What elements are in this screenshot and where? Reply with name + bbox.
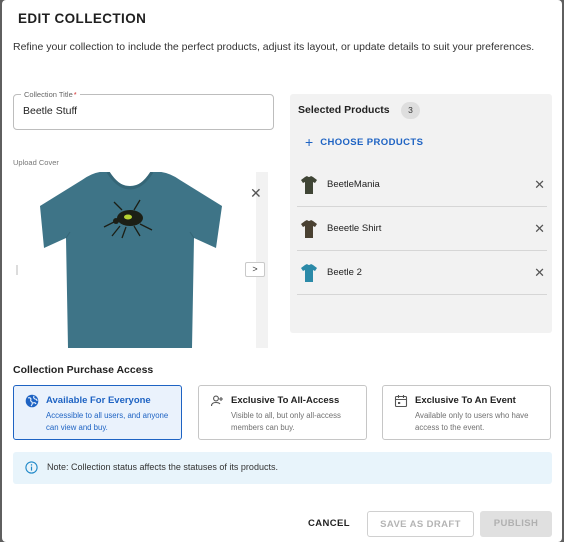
access-option-everyone[interactable]: Available For Everyone Accessible to all… [13, 385, 182, 440]
plus-icon: + [305, 134, 314, 150]
dialog-subtitle: Refine your collection to include the pe… [13, 41, 535, 53]
publish-button[interactable]: PUBLISH [480, 511, 552, 537]
required-mark: * [73, 90, 77, 99]
access-option-title: Exclusive To An Event [415, 395, 516, 406]
collection-title-input[interactable] [23, 105, 263, 117]
product-row-beetlemania: BeetleMania ✕ [297, 163, 547, 207]
globe-icon [25, 394, 39, 408]
access-option-desc: Visible to all, but only all-access memb… [231, 411, 341, 432]
tshirt-thumbnail-icon [301, 220, 317, 238]
collection-title-label: Collection Title* [21, 89, 80, 100]
tshirt-thumbnail-icon [301, 176, 317, 194]
remove-product-close-icon[interactable]: ✕ [534, 222, 545, 235]
choose-products-label: CHOOSE PRODUCTS [320, 136, 424, 148]
cover-image-area[interactable] [16, 172, 268, 348]
upload-cover-label: Upload Cover [13, 158, 59, 167]
save-as-draft-button[interactable]: SAVE AS DRAFT [367, 511, 474, 537]
cover-next-button[interactable]: > [245, 262, 265, 277]
selected-products-count-badge: 3 [401, 102, 420, 119]
person-add-icon [210, 395, 223, 407]
collection-title-field[interactable]: Collection Title* [13, 89, 274, 130]
access-option-all-access[interactable]: Exclusive To All-Access Visible to all, … [198, 385, 367, 440]
access-option-title: Available For Everyone [46, 395, 151, 406]
dialog-title: EDIT COLLECTION [18, 11, 147, 26]
tshirt-thumbnail-icon [301, 264, 317, 282]
choose-products-button[interactable]: + CHOOSE PRODUCTS [305, 134, 424, 150]
purchase-access-title: Collection Purchase Access [13, 364, 154, 376]
product-list: BeetleMania ✕ Beeetle Shirt ✕ Beetle 2 ✕ [297, 163, 547, 295]
info-icon [25, 461, 38, 474]
access-option-desc: Available only to users who have access … [415, 411, 529, 432]
cancel-button[interactable]: CANCEL [300, 511, 358, 537]
product-name: Beetle 2 [327, 267, 362, 278]
calendar-icon [394, 395, 408, 408]
product-row-beeetle-shirt: Beeetle Shirt ✕ [297, 207, 547, 251]
selected-products-title: Selected Products [298, 104, 390, 116]
cover-prev-edge [16, 265, 18, 275]
remove-cover-close-icon[interactable]: ✕ [250, 186, 262, 200]
status-note-text: Note: Collection status affects the stat… [47, 462, 278, 472]
product-name: Beeetle Shirt [327, 223, 382, 234]
remove-product-close-icon[interactable]: ✕ [534, 266, 545, 279]
status-note: Note: Collection status affects the stat… [13, 452, 552, 484]
product-row-beetle-2: Beetle 2 ✕ [297, 251, 547, 295]
product-name: BeetleMania [327, 179, 380, 190]
cover-image [40, 172, 222, 348]
access-option-title: Exclusive To All-Access [231, 395, 340, 406]
remove-product-close-icon[interactable]: ✕ [534, 178, 545, 191]
edit-collection-dialog: EDIT COLLECTION Refine your collection t… [2, 0, 562, 542]
access-option-event[interactable]: Exclusive To An Event Available only to … [382, 385, 551, 440]
selected-products-panel: Selected Products 3 + CHOOSE PRODUCTS Be… [290, 94, 552, 333]
access-option-desc: Accessible to all users, and anyone can … [46, 411, 169, 432]
